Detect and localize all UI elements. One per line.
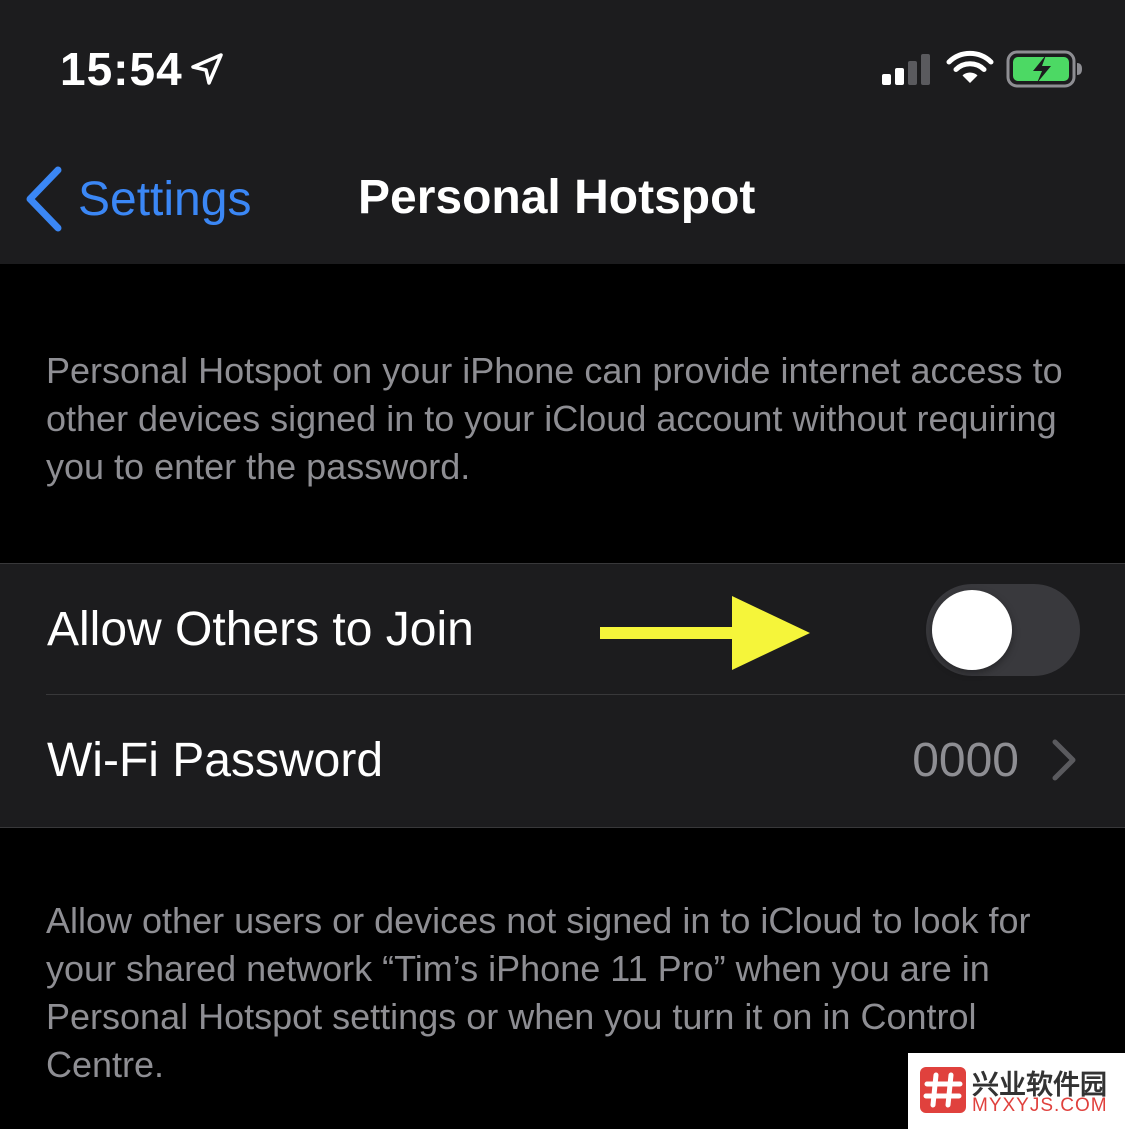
wifi-icon (946, 50, 994, 83)
site-watermark: 兴业软件园 MYXYJS.COM (908, 1053, 1125, 1129)
chevron-left-icon (26, 166, 62, 232)
settings-group: Allow Others to Join Wi-Fi Password 0000 (0, 563, 1125, 828)
watermark-domain-text: MYXYJS.COM (972, 1095, 1108, 1116)
page-title: Personal Hotspot (358, 171, 756, 224)
arrow-right-icon (600, 596, 810, 670)
back-button[interactable]: Settings (24, 164, 251, 234)
hotspot-description: Personal Hotspot on your iPhone can prov… (46, 350, 1063, 487)
status-bar: 15:54 (0, 0, 1125, 140)
wifi-password-label: Wi-Fi Password (47, 734, 384, 787)
toggle-knob (932, 590, 1012, 670)
watermark-logo-icon (920, 1067, 966, 1113)
wifi-password-row[interactable]: Wi-Fi Password 0000 (0, 695, 1125, 826)
navigation-bar: Settings Personal Hotspot (0, 140, 1125, 264)
battery-charging-icon (1006, 50, 1082, 88)
cellular-signal-icon (882, 54, 930, 85)
chevron-right-icon (1052, 739, 1076, 781)
status-time: 15:54 (60, 43, 183, 95)
allow-others-row: Allow Others to Join (0, 564, 1125, 695)
allow-others-toggle[interactable] (926, 584, 1080, 676)
location-arrow-icon (191, 53, 223, 85)
wifi-password-value: 0000 (912, 734, 1019, 787)
allow-others-label: Allow Others to Join (47, 603, 474, 656)
back-button-label: Settings (78, 172, 252, 226)
